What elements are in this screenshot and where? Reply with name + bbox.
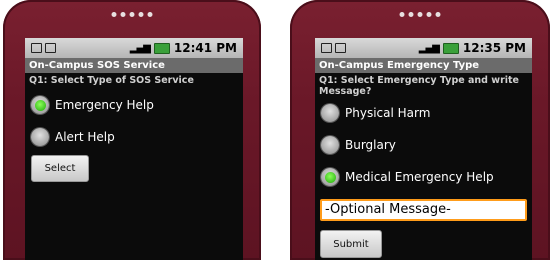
speaker-grille (399, 12, 441, 17)
phone-left: ▂▄▆ 12:41 PM On-Campus SOS Service Q1: S… (3, 0, 261, 260)
signal-icon: ▂▄▆ (418, 42, 440, 54)
radio-button-selected[interactable] (321, 168, 339, 186)
radio-option-emergency-help[interactable]: Emergency Help (25, 96, 243, 114)
battery-icon (442, 42, 459, 54)
speaker-grille (111, 12, 153, 17)
notification-icon (321, 43, 332, 53)
screen-right: ▂▄▆ 12:35 PM On-Campus Emergency Type Q1… (315, 38, 532, 260)
notification-icon (31, 43, 42, 53)
question-text: Q1: Select Emergency Type and write Mess… (319, 75, 519, 97)
phone-right: ▂▄▆ 12:35 PM On-Campus Emergency Type Q1… (290, 0, 550, 260)
app-title: On-Campus Emergency Type (315, 58, 532, 73)
radio-button[interactable] (321, 136, 339, 154)
radio-option-alert-help[interactable]: Alert Help (25, 128, 243, 146)
radio-option-medical-emergency-help[interactable]: Medical Emergency Help (315, 168, 532, 186)
question-text: Q1: Select Type of SOS Service (29, 75, 194, 86)
sd-card-icon (45, 43, 56, 53)
message-input[interactable]: -Optional Message- (320, 199, 527, 221)
status-time: 12:41 PM (173, 41, 237, 55)
status-bar: ▂▄▆ 12:35 PM (315, 38, 532, 58)
radio-label: Alert Help (55, 130, 115, 144)
radio-label: Medical Emergency Help (345, 170, 494, 184)
status-time: 12:35 PM (462, 41, 526, 55)
submit-button[interactable]: Submit (320, 230, 382, 258)
signal-icon: ▂▄▆ (129, 42, 151, 54)
radio-label: Burglary (345, 138, 396, 152)
radio-option-physical-harm[interactable]: Physical Harm (315, 104, 532, 122)
status-bar: ▂▄▆ 12:41 PM (25, 38, 243, 58)
screen-left: ▂▄▆ 12:41 PM On-Campus SOS Service Q1: S… (25, 38, 243, 260)
app-title: On-Campus SOS Service (25, 58, 243, 73)
radio-label: Emergency Help (55, 98, 154, 112)
battery-icon (153, 42, 170, 54)
radio-option-burglary[interactable]: Burglary (315, 136, 532, 154)
sd-card-icon (335, 43, 346, 53)
radio-label: Physical Harm (345, 106, 431, 120)
radio-button[interactable] (31, 128, 49, 146)
radio-button[interactable] (321, 104, 339, 122)
radio-button-selected[interactable] (31, 96, 49, 114)
select-button[interactable]: Select (31, 155, 89, 182)
